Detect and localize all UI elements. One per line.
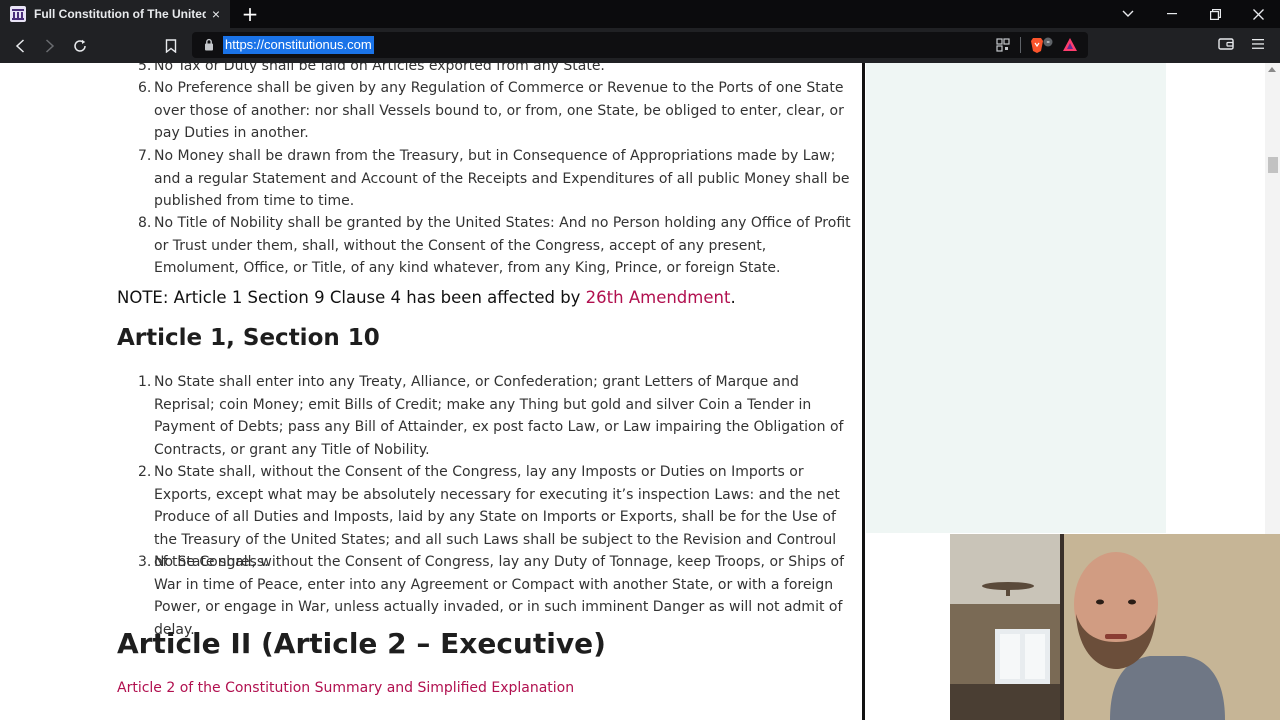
content-divider <box>862 63 865 720</box>
qr-code-icon[interactable] <box>996 38 1010 57</box>
list-number: 3. <box>138 554 152 570</box>
new-tab-button[interactable]: + <box>240 4 260 24</box>
restore-button[interactable] <box>1195 0 1235 28</box>
list-item: No Preference shall be given by any Regu… <box>154 80 844 141</box>
constitution-favicon-icon <box>10 6 26 22</box>
list-number: 8. <box>138 215 152 231</box>
minimize-button[interactable] <box>1152 0 1192 28</box>
amendment-link[interactable]: 26th Amendment <box>586 288 731 307</box>
webcam-overlay <box>950 534 1280 720</box>
side-panel <box>866 63 1166 533</box>
list-item: No State shall enter into any Treaty, Al… <box>154 374 844 458</box>
list-item: No Money shall be drawn from the Treasur… <box>154 148 850 209</box>
divider <box>1020 37 1021 53</box>
list-number: 5. <box>138 63 152 74</box>
list-number: 6. <box>138 80 152 96</box>
amendment-note: NOTE: Article 1 Section 9 Clause 4 has b… <box>117 288 736 307</box>
forward-button[interactable] <box>40 36 60 56</box>
brave-rewards-icon[interactable] <box>1062 37 1078 57</box>
wallet-icon[interactable] <box>1218 37 1234 56</box>
tab-close-icon[interactable]: × <box>208 6 224 22</box>
close-window-button[interactable] <box>1238 0 1278 28</box>
bookmark-icon[interactable] <box>161 36 181 56</box>
list-number: 2. <box>138 464 152 480</box>
lock-icon[interactable] <box>204 38 214 56</box>
list-item: No Tax or Duty shall be laid on Articles… <box>154 63 605 74</box>
page-content: 5. No Tax or Duty shall be laid on Artic… <box>0 63 1280 720</box>
note-text: NOTE: Article 1 Section 9 Clause 4 has b… <box>117 288 586 307</box>
browser-window: { "tab": { "title": "Full Constitution o… <box>0 0 1280 720</box>
brave-shields-icon[interactable] <box>1030 36 1056 59</box>
browser-toolbar: https://constitutionus.com <box>0 28 1280 63</box>
url-text[interactable]: https://constitutionus.com <box>223 36 374 54</box>
address-bar[interactable]: https://constitutionus.com <box>192 32 1088 58</box>
list-item: No Title of Nobility shall be granted by… <box>154 215 851 276</box>
scroll-up-arrow-icon[interactable] <box>1268 67 1276 72</box>
active-tab[interactable]: Full Constitution of The United St × <box>0 0 230 28</box>
back-button[interactable] <box>10 36 30 56</box>
reload-button[interactable] <box>70 36 90 56</box>
tab-strip: Full Constitution of The United St × + <box>0 0 1280 28</box>
tab-title: Full Constitution of The United St <box>34 7 206 21</box>
tab-list-chevron-icon[interactable] <box>1108 0 1148 28</box>
menu-icon[interactable] <box>1252 37 1264 55</box>
article-heading: Article II (Article 2 – Executive) <box>117 627 606 660</box>
list-number: 1. <box>138 374 152 390</box>
section-heading: Article 1, Section 10 <box>117 325 380 351</box>
list-number: 7. <box>138 148 152 164</box>
note-period: . <box>730 288 736 307</box>
summary-link[interactable]: Article 2 of the Constitution Summary an… <box>117 680 574 696</box>
scroll-thumb[interactable] <box>1268 157 1278 173</box>
